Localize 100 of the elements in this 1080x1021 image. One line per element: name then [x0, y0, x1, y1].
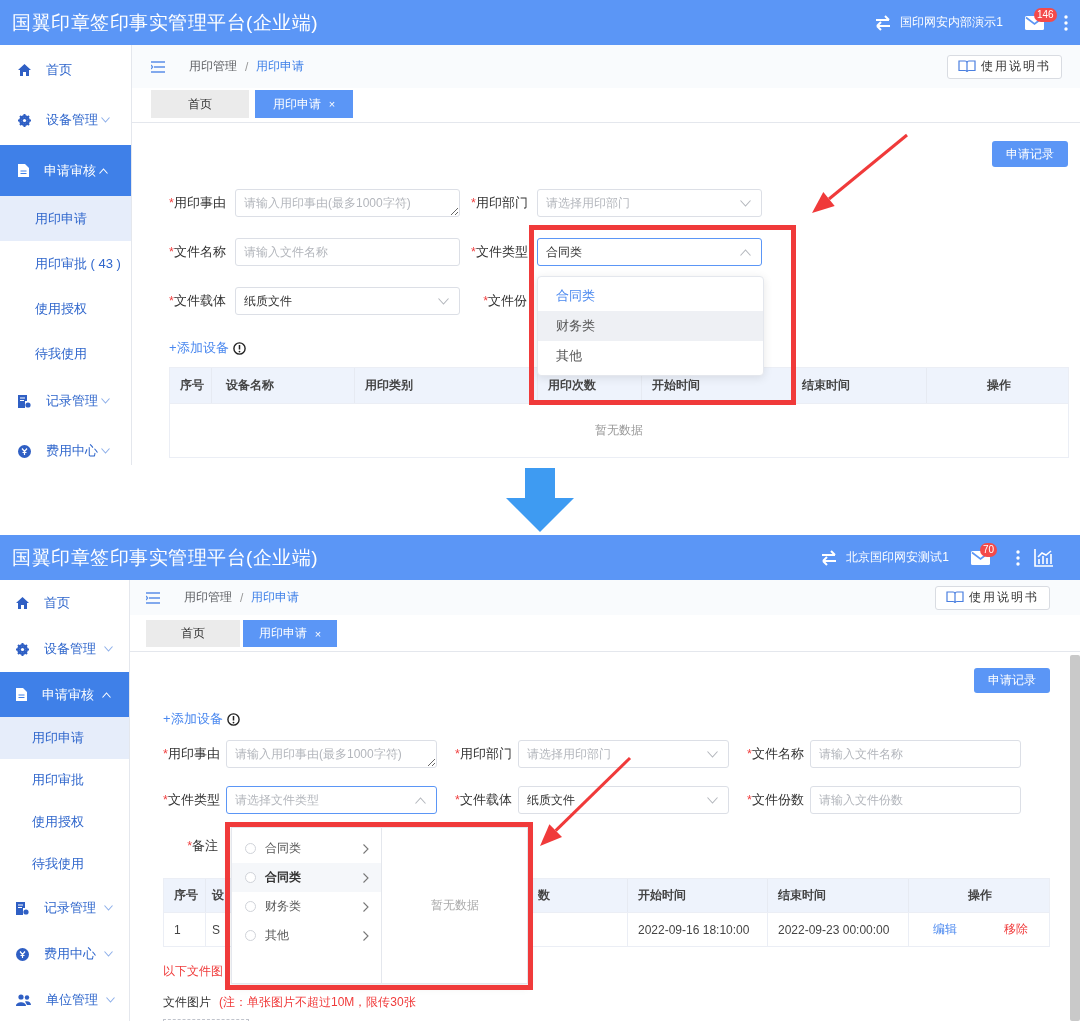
tab[interactable]: 首页 [146, 620, 240, 647]
column-header: 操作 [968, 887, 992, 904]
notice-text: 以下文件图 [163, 963, 224, 980]
book-icon [946, 591, 964, 604]
sidebar-subitem[interactable]: 用印申请 [0, 717, 129, 759]
sidebar-item[interactable]: 费用中心 [0, 931, 129, 977]
record-button[interactable]: 申请记录 [992, 141, 1068, 167]
field-label: *备注 [186, 837, 219, 855]
breadcrumb-separator: / [240, 590, 244, 605]
scrollbar[interactable] [1070, 655, 1080, 1021]
home-icon [18, 64, 31, 76]
field-label: *用印部门 [455, 745, 513, 763]
cascader-option[interactable]: 其他 [232, 921, 381, 950]
chevron-up-icon [740, 248, 751, 256]
home-icon [16, 597, 29, 609]
upload-label: 文件图片 [163, 994, 211, 1011]
breadcrumb-link[interactable]: 用印管理 [189, 58, 237, 75]
people-icon [16, 994, 31, 1006]
close-button[interactable]: × [328, 98, 336, 110]
add-device-link[interactable]: +添加设备 [169, 339, 229, 357]
menu-icon[interactable] [146, 591, 160, 604]
textarea-field[interactable]: 请输入用印事由(最多1000字符) [226, 740, 437, 768]
sidebar-item[interactable]: 申请审核 [0, 672, 129, 717]
column-header: 开始时间 [638, 887, 686, 904]
cascader-option[interactable]: 财务类 [232, 892, 381, 921]
sidebar-subitem[interactable]: 待我使用 [0, 331, 131, 376]
sidebar-item[interactable]: 记录管理 [0, 376, 131, 426]
cascader-option[interactable]: 合同类 [232, 863, 381, 892]
column-header: 用印次数 [548, 377, 596, 394]
sidebar-item[interactable]: 首页 [0, 580, 129, 626]
document-icon [18, 164, 29, 177]
sidebar-subitem[interactable]: 使用授权 [0, 286, 131, 331]
manual-button[interactable]: 使用说明书 [947, 54, 1062, 79]
radio-button[interactable] [245, 901, 256, 912]
sidebar-item[interactable]: 记录管理 [0, 885, 129, 931]
empty-message: 暂无数据 [595, 422, 643, 439]
chevron-down-icon [101, 117, 110, 123]
column-header: 设 [212, 887, 224, 904]
swap-icon[interactable] [820, 549, 839, 566]
sidebar-subitem[interactable]: 用印申请 [0, 196, 131, 241]
sidebar-item[interactable]: 首页 [0, 45, 131, 95]
coin-icon [16, 947, 29, 961]
app-title: 国翼印章签印事实管理平台(企业端) [12, 545, 319, 570]
breadcrumb-link[interactable]: 用印申请 [256, 58, 305, 75]
textarea-field[interactable]: 请输入用印事由(最多1000字符) [235, 189, 460, 217]
menu-icon[interactable] [151, 60, 165, 73]
chevron-right-icon [363, 930, 369, 941]
edit-link[interactable]: 编辑 [932, 921, 957, 938]
sidebar-subitem[interactable]: 使用授权 [0, 801, 129, 843]
sidebar-item[interactable]: 单位管理 [0, 977, 129, 1021]
radio-button[interactable] [245, 930, 256, 941]
chevron-down-icon [101, 398, 110, 404]
tab[interactable]: 首页 [151, 90, 249, 118]
text-field[interactable]: 请输入文件名称 [235, 238, 460, 266]
radio-button[interactable] [245, 843, 256, 854]
select-field[interactable]: 合同类 [537, 238, 762, 266]
sidebar-item[interactable]: 设备管理 [0, 626, 129, 672]
select-field[interactable]: 纸质文件 [518, 786, 729, 814]
manual-button[interactable]: 使用说明书 [935, 585, 1050, 610]
more-icon[interactable] [1016, 549, 1020, 566]
table-cell: 2022-09-23 00:00:00 [778, 922, 890, 937]
text-field[interactable]: 请输入文件名称 [810, 740, 1021, 768]
chevron-down-icon [707, 796, 718, 804]
field-label: *文件载体 [169, 292, 227, 310]
column-header: 结束时间 [778, 887, 826, 904]
sidebar-subitem[interactable]: 待我使用 [0, 843, 129, 885]
chevron-down-icon [106, 997, 115, 1003]
field-label: *文件份 [482, 292, 528, 310]
breadcrumb-link[interactable]: 用印管理 [184, 589, 232, 606]
field-label: *文件名称 [747, 745, 805, 763]
table-cell: 2022-09-16 18:10:00 [638, 922, 750, 937]
account-name[interactable]: 国印网安内部演示1 [900, 14, 1003, 31]
select-field[interactable]: 纸质文件 [235, 287, 460, 315]
breadcrumb-link[interactable]: 用印申请 [251, 589, 300, 606]
sidebar-subitem[interactable]: 用印审批 ( 43 ) [0, 241, 131, 286]
remove-link[interactable]: 移除 [1003, 921, 1028, 938]
sidebar-subitem[interactable]: 用印审批 [0, 759, 129, 801]
dropdown-option[interactable]: 其他 [538, 341, 763, 371]
text-field[interactable]: 请输入文件份数 [810, 786, 1021, 814]
chevron-down-icon [740, 199, 751, 207]
tab[interactable]: 用印申请 × [255, 90, 353, 118]
more-icon[interactable] [1064, 14, 1068, 31]
sidebar-item[interactable]: 申请审核 [0, 145, 131, 196]
sidebar-item[interactable]: 设备管理 [0, 95, 131, 145]
column-header: 结束时间 [802, 377, 850, 394]
cascader-option[interactable]: 合同类 [232, 834, 381, 863]
add-device-link[interactable]: +添加设备 [163, 710, 223, 728]
account-name[interactable]: 北京国印网安测试1 [846, 549, 949, 566]
chevron-down-icon [104, 905, 113, 911]
radio-button[interactable] [245, 872, 256, 883]
tab[interactable]: 用印申请 × [243, 620, 337, 647]
swap-icon[interactable] [874, 14, 893, 31]
record-button[interactable]: 申请记录 [974, 668, 1050, 693]
breadcrumb-separator: / [245, 59, 249, 74]
field-label: *用印部门 [471, 194, 529, 212]
close-button[interactable]: × [314, 627, 322, 640]
dropdown-option[interactable]: 合同类 [538, 281, 763, 311]
chart-icon[interactable] [1034, 548, 1054, 567]
dropdown-option[interactable]: 财务类 [538, 311, 763, 341]
sidebar-item[interactable]: 费用中心 [0, 426, 131, 465]
